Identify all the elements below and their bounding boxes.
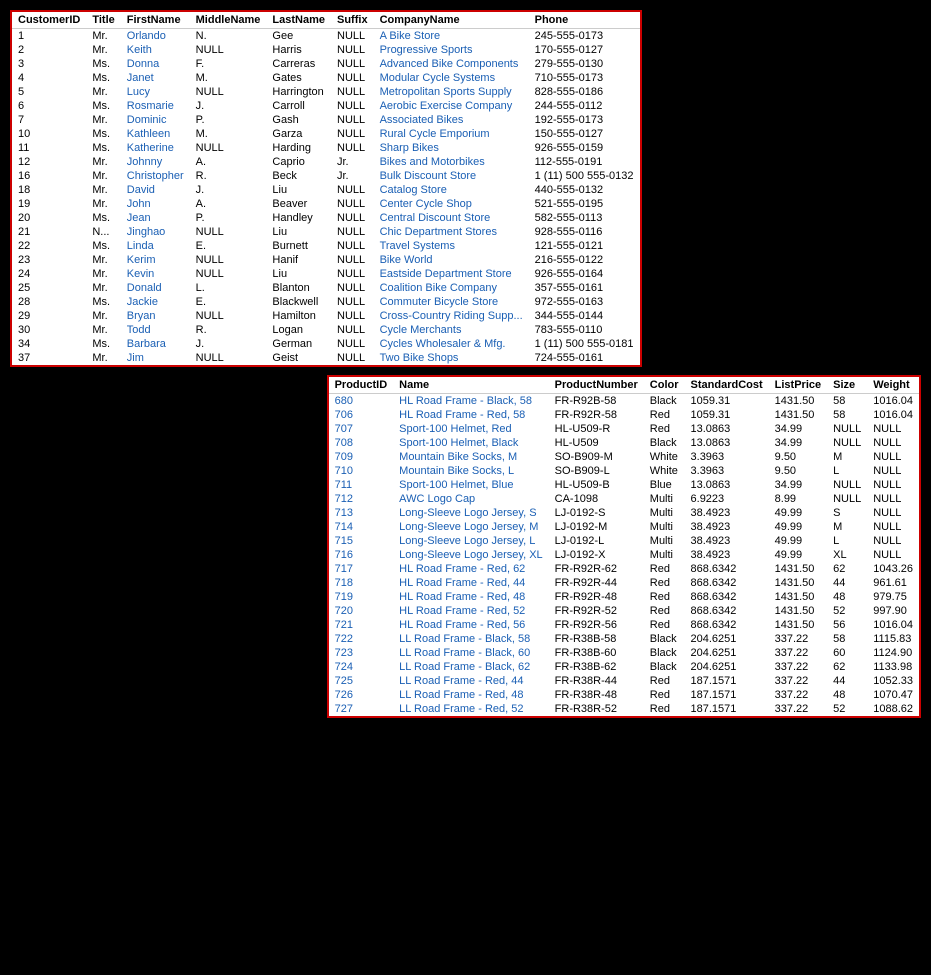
col-firstname: FirstName bbox=[121, 12, 190, 29]
table-row[interactable]: 725LL Road Frame - Red, 44FR-R38R-44Red1… bbox=[329, 674, 919, 688]
table-row[interactable]: 708Sport-100 Helmet, BlackHL-U509Black13… bbox=[329, 436, 919, 450]
product-table-header: ProductID Name ProductNumber Color Stand… bbox=[329, 377, 919, 394]
table-row[interactable]: 20Ms.JeanP.HandleyNULLCentral Discount S… bbox=[12, 211, 640, 225]
table-row[interactable]: 24Mr.KevinNULLLiuNULLEastside Department… bbox=[12, 267, 640, 281]
table-row[interactable]: 34Ms.BarbaraJ.GermanNULLCycles Wholesale… bbox=[12, 337, 640, 351]
table-row[interactable]: 2Mr.KeithNULLHarrisNULLProgressive Sport… bbox=[12, 43, 640, 57]
col-productnumber: ProductNumber bbox=[549, 377, 644, 394]
table-row[interactable]: 712AWC Logo CapCA-1098Multi6.92238.99NUL… bbox=[329, 492, 919, 506]
table-row[interactable]: 706HL Road Frame - Red, 58FR-R92R-58Red1… bbox=[329, 408, 919, 422]
col-companyname: CompanyName bbox=[374, 12, 529, 29]
table-row[interactable]: 713Long-Sleeve Logo Jersey, SLJ-0192-SMu… bbox=[329, 506, 919, 520]
table-row[interactable]: 23Mr.KerimNULLHanifNULLBike World216-555… bbox=[12, 253, 640, 267]
table-row[interactable]: 726LL Road Frame - Red, 48FR-R38R-48Red1… bbox=[329, 688, 919, 702]
col-color: Color bbox=[644, 377, 685, 394]
table-row[interactable]: 680HL Road Frame - Black, 58FR-R92B-58Bl… bbox=[329, 394, 919, 409]
col-productid: ProductID bbox=[329, 377, 394, 394]
table-row[interactable]: 707Sport-100 Helmet, RedHL-U509-RRed13.0… bbox=[329, 422, 919, 436]
col-title: Title bbox=[86, 12, 120, 29]
table-row[interactable]: 710Mountain Bike Socks, LSO-B909-LWhite3… bbox=[329, 464, 919, 478]
table-row[interactable]: 714Long-Sleeve Logo Jersey, MLJ-0192-MMu… bbox=[329, 520, 919, 534]
table-row[interactable]: 16Mr.ChristopherR.BeckJr.Bulk Discount S… bbox=[12, 169, 640, 183]
col-lastname: LastName bbox=[266, 12, 331, 29]
table-row[interactable]: 709Mountain Bike Socks, MSO-B909-MWhite3… bbox=[329, 450, 919, 464]
table-row[interactable]: 724LL Road Frame - Black, 62FR-R38B-62Bl… bbox=[329, 660, 919, 674]
table-row[interactable]: 716Long-Sleeve Logo Jersey, XLLJ-0192-XM… bbox=[329, 548, 919, 562]
customer-table: CustomerID Title FirstName MiddleName La… bbox=[10, 10, 642, 367]
table-row[interactable]: 720HL Road Frame - Red, 52FR-R92R-52Red8… bbox=[329, 604, 919, 618]
table-row[interactable]: 19Mr.JohnA.BeaverNULLCenter Cycle Shop52… bbox=[12, 197, 640, 211]
table-row[interactable]: 30Mr.ToddR.LoganNULLCycle Merchants783-5… bbox=[12, 323, 640, 337]
table-row[interactable]: 722LL Road Frame - Black, 58FR-R38B-58Bl… bbox=[329, 632, 919, 646]
table-row[interactable]: 717HL Road Frame - Red, 62FR-R92R-62Red8… bbox=[329, 562, 919, 576]
col-standardcost: StandardCost bbox=[685, 377, 769, 394]
table-row[interactable]: 715Long-Sleeve Logo Jersey, LLJ-0192-LMu… bbox=[329, 534, 919, 548]
table-row[interactable]: 711Sport-100 Helmet, BlueHL-U509-BBlue13… bbox=[329, 478, 919, 492]
table-row[interactable]: 7Mr.DominicP.GashNULLAssociated Bikes192… bbox=[12, 113, 640, 127]
col-name: Name bbox=[393, 377, 549, 394]
col-suffix: Suffix bbox=[331, 12, 374, 29]
table-row[interactable]: 18Mr.DavidJ.LiuNULLCatalog Store440-555-… bbox=[12, 183, 640, 197]
table-row[interactable]: 727LL Road Frame - Red, 52FR-R38R-52Red1… bbox=[329, 702, 919, 716]
table-row[interactable]: 6Ms.RosmarieJ.CarrollNULLAerobic Exercis… bbox=[12, 99, 640, 113]
table-row[interactable]: 719HL Road Frame - Red, 48FR-R92R-48Red8… bbox=[329, 590, 919, 604]
col-size: Size bbox=[827, 377, 867, 394]
table-row[interactable]: 22Ms.LindaE.BurnettNULLTravel Systems121… bbox=[12, 239, 640, 253]
col-customerid: CustomerID bbox=[12, 12, 86, 29]
table-row[interactable]: 5Mr.LucyNULLHarringtonNULLMetropolitan S… bbox=[12, 85, 640, 99]
table-row[interactable]: 1Mr.OrlandoN.GeeNULLA Bike Store245-555-… bbox=[12, 29, 640, 44]
table-row[interactable]: 3Ms.DonnaF.CarrerasNULLAdvanced Bike Com… bbox=[12, 57, 640, 71]
table-row[interactable]: 21N...JinghaoNULLLiuNULLChic Department … bbox=[12, 225, 640, 239]
table-row[interactable]: 25Mr.DonaldL.BlantonNULLCoalition Bike C… bbox=[12, 281, 640, 295]
table-row[interactable]: 29Mr.BryanNULLHamiltonNULLCross-Country … bbox=[12, 309, 640, 323]
col-listprice: ListPrice bbox=[769, 377, 827, 394]
table-row[interactable]: 718HL Road Frame - Red, 44FR-R92R-44Red8… bbox=[329, 576, 919, 590]
table-row[interactable]: 28Ms.JackieE.BlackwellNULLCommuter Bicyc… bbox=[12, 295, 640, 309]
table-row[interactable]: 721HL Road Frame - Red, 56FR-R92R-56Red8… bbox=[329, 618, 919, 632]
col-weight: Weight bbox=[867, 377, 919, 394]
table-row[interactable]: 11Ms.KatherineNULLHardingNULLSharp Bikes… bbox=[12, 141, 640, 155]
table-row[interactable]: 4Ms.JanetM.GatesNULLModular Cycle System… bbox=[12, 71, 640, 85]
table-row[interactable]: 12Mr.JohnnyA.CaprioJr.Bikes and Motorbik… bbox=[12, 155, 640, 169]
customer-table-header: CustomerID Title FirstName MiddleName La… bbox=[12, 12, 640, 29]
product-table: ProductID Name ProductNumber Color Stand… bbox=[327, 375, 921, 718]
table-row[interactable]: 37Mr.JimNULLGeistNULLTwo Bike Shops724-5… bbox=[12, 351, 640, 365]
table-row[interactable]: 723LL Road Frame - Black, 60FR-R38B-60Bl… bbox=[329, 646, 919, 660]
table-row[interactable]: 10Ms.KathleenM.GarzaNULLRural Cycle Empo… bbox=[12, 127, 640, 141]
col-middlename: MiddleName bbox=[190, 12, 267, 29]
col-phone: Phone bbox=[529, 12, 640, 29]
